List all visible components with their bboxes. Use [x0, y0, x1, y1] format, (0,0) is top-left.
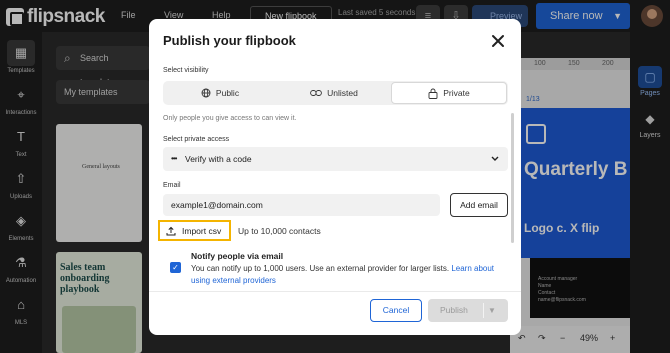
option-label: Public	[215, 88, 240, 98]
publish-label: Publish	[440, 305, 468, 315]
visibility-segmented-control: Public Unlisted Private	[163, 81, 508, 105]
private-access-select[interactable]: ••• Verify with a code	[163, 147, 508, 171]
notify-desc-text: You can notify up to 1,000 users. Use an…	[191, 264, 450, 273]
cancel-button[interactable]: Cancel	[370, 299, 422, 322]
dialog-title: Publish your flipbook	[163, 33, 296, 48]
add-email-button[interactable]: Add email	[450, 193, 508, 217]
lock-icon	[428, 88, 438, 99]
publish-button[interactable]: Publish ▼	[428, 299, 508, 322]
notify-checkbox[interactable]: ✓	[170, 262, 181, 273]
close-icon[interactable]	[490, 33, 506, 49]
chevron-down-icon	[491, 156, 499, 161]
visibility-private[interactable]: Private	[391, 82, 507, 104]
notify-title: Notify people via email	[191, 251, 284, 261]
import-csv-button[interactable]: Import csv	[158, 220, 231, 241]
publish-dialog: Publish your flipbook Select visibility …	[149, 19, 521, 335]
visibility-unlisted[interactable]: Unlisted	[277, 82, 391, 104]
email-label: Email	[163, 182, 181, 189]
password-dots-icon: •••	[171, 154, 177, 163]
visibility-label: Select visibility	[163, 67, 209, 74]
dialog-scrollbar[interactable]	[511, 113, 514, 243]
import-csv-label: Import csv	[182, 225, 222, 236]
access-value: Verify with a code	[185, 154, 252, 164]
access-label: Select private access	[163, 136, 230, 143]
button-divider	[483, 303, 484, 318]
option-label: Private	[443, 88, 470, 98]
email-field[interactable]: example1@domain.com	[163, 194, 440, 216]
option-label: Unlisted	[327, 88, 358, 98]
import-limit-text: Up to 10,000 contacts	[238, 226, 321, 236]
visibility-helper-text: Only people you give access to can view …	[163, 115, 297, 122]
link-icon	[310, 90, 322, 96]
notify-description: You can notify up to 1,000 users. Use an…	[191, 263, 511, 287]
upload-icon	[166, 226, 176, 235]
globe-icon	[201, 88, 211, 98]
chevron-down-icon[interactable]: ▼	[488, 299, 496, 322]
visibility-public[interactable]: Public	[163, 82, 277, 104]
footer-divider	[149, 291, 521, 292]
